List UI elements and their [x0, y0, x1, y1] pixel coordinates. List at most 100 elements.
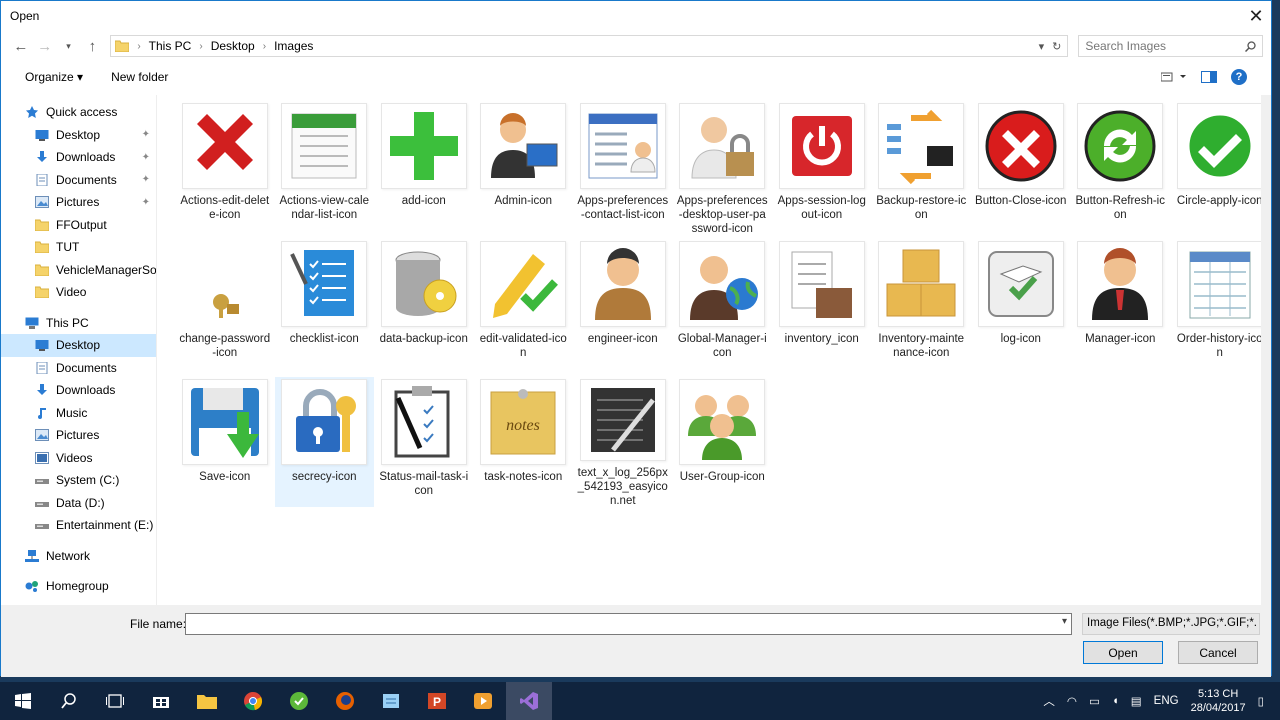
file-item[interactable]: text_x_log_256px_542193_easyicon.net [573, 377, 673, 507]
file-item[interactable]: add-icon [374, 101, 474, 239]
green-app-icon[interactable] [276, 682, 322, 720]
cancel-button[interactable]: Cancel [1178, 641, 1258, 664]
media-icon[interactable] [460, 682, 506, 720]
file-thumbnail-red-x-icon [181, 103, 268, 189]
file-item[interactable]: checklist-icon [275, 239, 375, 377]
file-item[interactable]: Button-Close-icon [971, 101, 1071, 239]
nav-item[interactable]: Desktop [1, 334, 156, 357]
file-item[interactable]: Save-icon [175, 377, 275, 507]
file-name: Inventory-maintenance-icon [878, 333, 965, 359]
nav-item[interactable]: VehicleManagerSoft [1, 259, 156, 282]
view-options-icon[interactable] [1161, 71, 1187, 83]
vertical-scrollbar[interactable] [1261, 95, 1271, 605]
nav-item[interactable]: Downloads ✦ [1, 146, 156, 169]
nav-item[interactable]: Pictures [1, 424, 156, 447]
chrome-icon[interactable] [230, 682, 276, 720]
file-item[interactable]: User-Group-icon [673, 377, 773, 507]
search-icon [1245, 40, 1256, 52]
nav-item[interactable]: Homegroup [1, 575, 156, 598]
file-item[interactable]: Status-mail-task-icon [374, 377, 474, 507]
nav-item[interactable]: Downloads [1, 379, 156, 402]
close-icon[interactable]: ✕ [1241, 1, 1271, 31]
chevron-down-icon[interactable]: ▾ [1039, 40, 1045, 53]
preview-pane-icon[interactable] [1201, 71, 1217, 83]
file-item[interactable]: Order-history-icon [1170, 239, 1270, 377]
file-item[interactable]: Circle-apply-icon [1170, 101, 1270, 239]
search-input[interactable]: Search Images [1078, 35, 1264, 57]
forward-icon[interactable]: → [33, 34, 57, 58]
chevron-down-icon[interactable]: ▾ [1062, 616, 1067, 627]
file-item[interactable]: engineer-icon [573, 239, 673, 377]
store-icon[interactable] [138, 682, 184, 720]
nav-item[interactable]: Desktop ✦ [1, 124, 156, 147]
nav-item[interactable]: Quick access [1, 101, 156, 124]
volume-icon[interactable]: ◖ [1112, 695, 1119, 707]
file-item[interactable]: Apps-preferences-desktop-user-password-i… [673, 101, 773, 239]
file-item[interactable]: edit-validated-icon [474, 239, 574, 377]
file-name: Circle-apply-icon [1176, 195, 1263, 207]
breadcrumb-item[interactable]: Images [274, 39, 313, 53]
file-thumbnail-log-icon [977, 241, 1064, 327]
wifi-icon[interactable]: ◠ [1067, 694, 1077, 708]
file-item[interactable]: Apps-preferences-contact-list-icon [573, 101, 673, 239]
address-bar[interactable]: › This PC › Desktop › Images ▾ ↻ [110, 35, 1069, 57]
file-item[interactable]: Apps-session-logout-icon [772, 101, 872, 239]
new-folder-button[interactable]: New folder [111, 70, 168, 84]
file-item[interactable]: Actions-edit-delete-icon [175, 101, 275, 239]
clock[interactable]: 5:13 CH 28/04/2017 [1191, 687, 1246, 715]
firefox-icon[interactable] [322, 682, 368, 720]
visual-studio-icon[interactable] [506, 682, 552, 720]
file-item[interactable]: data-backup-icon [374, 239, 474, 377]
nav-item[interactable]: FFOutput [1, 214, 156, 237]
file-item[interactable]: Global-Manager-icon [673, 239, 773, 377]
nav-item[interactable]: TUT [1, 236, 156, 259]
file-item[interactable]: Button-Refresh-icon [1071, 101, 1171, 239]
nav-item-label: Videos [56, 450, 93, 465]
file-item[interactable]: Backup-restore-icon [872, 101, 972, 239]
nav-item[interactable]: Music [1, 402, 156, 425]
action-center-icon[interactable]: ▤ [1131, 694, 1142, 708]
nav-item[interactable]: Pictures ✦ [1, 191, 156, 214]
file-item[interactable]: Admin-icon [474, 101, 574, 239]
file-item[interactable]: secrecy-icon [274, 377, 374, 507]
file-item[interactable]: change-password-icon [175, 239, 275, 377]
breadcrumb-item[interactable]: This PC [149, 39, 192, 53]
notepad-icon[interactable] [368, 682, 414, 720]
breadcrumb-item[interactable]: Desktop [211, 39, 255, 53]
task-view-icon[interactable] [92, 682, 138, 720]
nav-item[interactable]: Network [1, 545, 156, 568]
file-thumbnail-calendar-icon [281, 103, 368, 189]
recent-dropdown-icon[interactable]: ▾ [57, 34, 81, 58]
nav-item[interactable]: Video [1, 281, 156, 304]
nav-item[interactable]: Entertainment (E:) [1, 514, 156, 537]
search-icon[interactable] [46, 682, 92, 720]
file-item[interactable]: log-icon [971, 239, 1071, 377]
file-name-field[interactable]: ▾ [185, 613, 1072, 635]
language-indicator[interactable]: ENG [1154, 695, 1179, 707]
open-button[interactable]: Open [1083, 641, 1163, 664]
nav-item[interactable]: Documents [1, 357, 156, 380]
start-icon[interactable] [0, 682, 46, 720]
refresh-icon[interactable]: ↻ [1052, 40, 1061, 53]
file-item[interactable]: notes task-notes-icon [474, 377, 574, 507]
folder-icon [34, 286, 50, 299]
nav-item[interactable]: System (C:) [1, 469, 156, 492]
nav-item[interactable]: Data (D:) [1, 492, 156, 515]
nav-item[interactable]: This PC [1, 312, 156, 335]
help-icon[interactable]: ? [1231, 69, 1247, 85]
up-icon[interactable]: ↑ [80, 34, 104, 58]
nav-item[interactable]: Videos [1, 447, 156, 470]
file-item[interactable]: inventory_icon [772, 239, 872, 377]
notifications-icon[interactable]: ▯ [1258, 694, 1264, 708]
powerpoint-icon[interactable]: P [414, 682, 460, 720]
back-icon[interactable]: ← [9, 34, 33, 58]
file-item[interactable]: Inventory-maintenance-icon [872, 239, 972, 377]
file-type-select[interactable]: Image Files(*.BMP;*.JPG;*.GIF;*. [1082, 613, 1260, 635]
chevron-up-icon[interactable]: ︿ [1043, 693, 1055, 709]
battery-icon[interactable]: ▭ [1089, 694, 1100, 708]
file-item[interactable]: Manager-icon [1071, 239, 1171, 377]
nav-item[interactable]: Documents ✦ [1, 169, 156, 192]
file-explorer-icon[interactable] [184, 682, 230, 720]
file-item[interactable]: Actions-view-calendar-list-icon [275, 101, 375, 239]
organize-button[interactable]: Organize ▾ [25, 70, 83, 84]
